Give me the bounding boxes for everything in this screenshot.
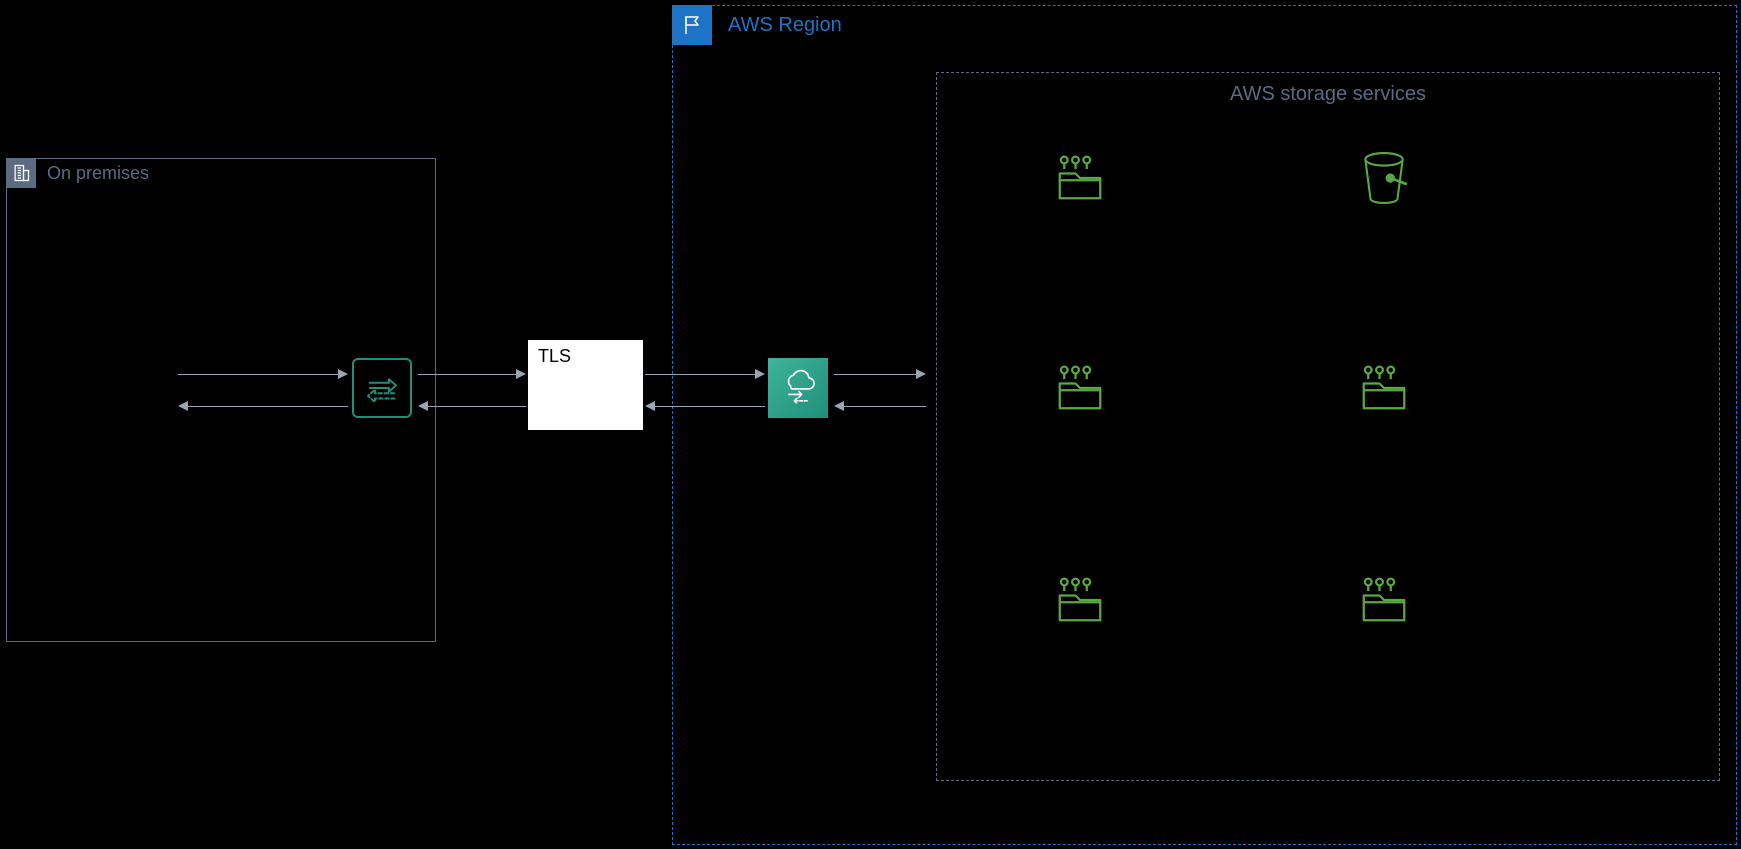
arrowhead-icon xyxy=(516,369,526,379)
arrowhead-icon xyxy=(834,401,844,411)
arrow xyxy=(655,406,765,407)
architecture-diagram: On premises AWS Region AWS storage servi… xyxy=(0,0,1741,849)
arrowhead-icon xyxy=(755,369,765,379)
fsx-icon xyxy=(1356,572,1412,628)
arrow xyxy=(844,406,926,407)
arrowhead-icon xyxy=(418,401,428,411)
fsx-icon xyxy=(1052,572,1108,628)
arrowhead-icon xyxy=(338,369,348,379)
fsx-icon xyxy=(1052,360,1108,416)
storage-services-label: AWS storage services xyxy=(937,83,1719,106)
arrow xyxy=(178,374,338,375)
arrow xyxy=(418,374,516,375)
arrowhead-icon xyxy=(916,369,926,379)
building-icon xyxy=(6,158,36,188)
flag-icon xyxy=(672,5,712,45)
arrow xyxy=(188,406,348,407)
arrowhead-icon xyxy=(178,401,188,411)
s3-bucket-icon xyxy=(1356,150,1412,206)
arrow xyxy=(645,374,755,375)
tls-label-box: TLS xyxy=(528,340,643,430)
fsx-icon xyxy=(1052,150,1108,206)
aws-datasync-icon xyxy=(768,358,828,418)
datasync-agent-icon xyxy=(352,358,412,418)
onprem-label: On premises xyxy=(47,163,149,184)
arrowhead-icon xyxy=(645,401,655,411)
tls-label: TLS xyxy=(538,346,571,366)
arrow xyxy=(428,406,526,407)
fsx-icon xyxy=(1356,360,1412,416)
aws-region-label: AWS Region xyxy=(728,14,842,37)
arrow xyxy=(834,374,916,375)
